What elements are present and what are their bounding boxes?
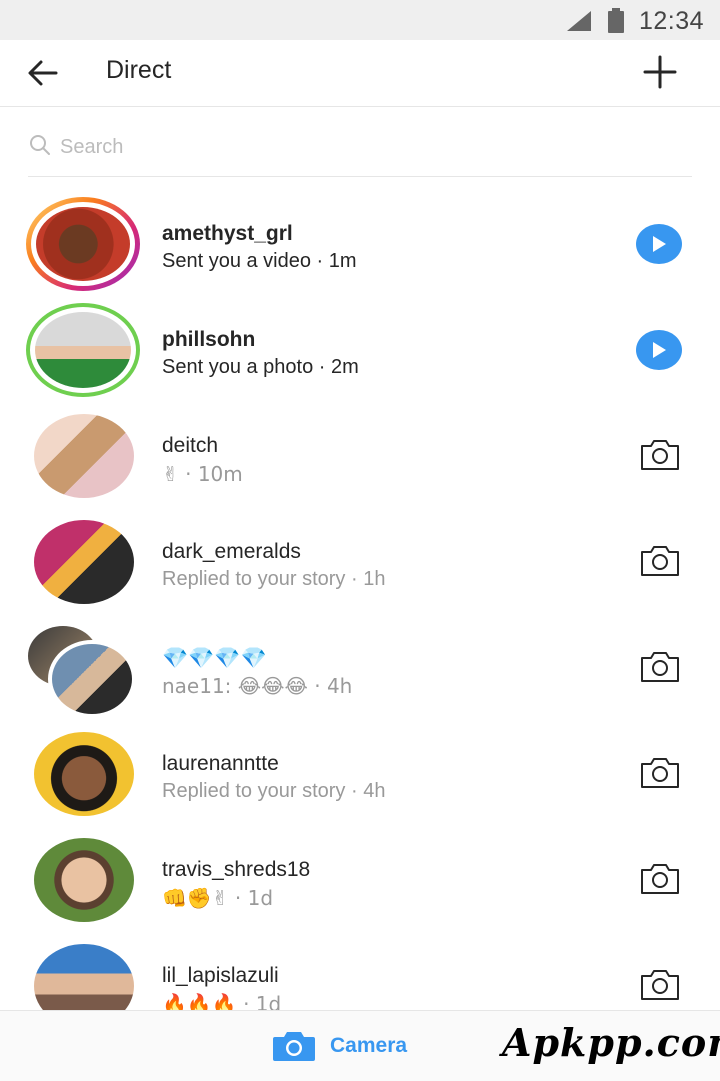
thread-preview: Replied to your story · 1h: [162, 568, 386, 590]
back-arrow-icon: [28, 60, 58, 86]
search-bar: [28, 120, 692, 177]
plus-icon: [643, 55, 677, 89]
thread-name: deitch: [162, 434, 219, 457]
thread-preview: ✌ · 10m: [162, 462, 243, 486]
camera-icon[interactable]: [638, 755, 682, 791]
thread-preview: nae11: 😂😂😂 · 4h: [162, 674, 353, 698]
thread-preview: Sent you a video · 1m: [162, 250, 357, 272]
avatar: [36, 207, 130, 281]
new-message-button[interactable]: [642, 54, 678, 90]
thread-row[interactable]: travis_shreds18 👊✊✌ · 1d: [0, 828, 720, 934]
thread-name: laurenanntte: [162, 752, 279, 775]
play-button[interactable]: [636, 224, 682, 264]
thread-name: travis_shreds18: [162, 858, 311, 881]
avatar: [48, 640, 136, 718]
play-icon: [653, 236, 666, 252]
thread-name: 💎💎💎💎: [162, 646, 267, 670]
avatar: [34, 838, 134, 922]
page-title: Direct: [106, 56, 172, 84]
thread-row[interactable]: 💎💎💎💎 nae11: 😂😂😂 · 4h: [0, 616, 720, 722]
search-input[interactable]: [58, 128, 662, 166]
story-ring: [26, 197, 140, 291]
avatar: [34, 414, 134, 498]
thread-preview: Replied to your story · 4h: [162, 780, 386, 802]
camera-button[interactable]: Camera: [272, 1029, 407, 1063]
avatar: [34, 732, 134, 816]
status-bar: 12:34: [0, 0, 720, 40]
header-bar: Direct: [0, 40, 720, 107]
avatar: [34, 520, 134, 604]
play-button[interactable]: [636, 330, 682, 370]
play-icon: [653, 342, 666, 358]
thread-row[interactable]: dark_emeralds Replied to your story · 1h: [0, 510, 720, 616]
camera-icon[interactable]: [638, 967, 682, 1003]
avatar: [35, 312, 131, 388]
thread-row[interactable]: phillsohn Sent you a photo · 2m: [0, 298, 720, 404]
camera-icon[interactable]: [638, 649, 682, 685]
status-time: 12:34: [638, 6, 704, 35]
watermark: Apkpp.com: [502, 1020, 720, 1065]
battery-icon: [607, 8, 624, 33]
thread-row[interactable]: laurenanntte Replied to your story · 4h: [0, 722, 720, 828]
camera-filled-icon: [273, 1032, 315, 1061]
thread-name: phillsohn: [162, 328, 256, 351]
camera-icon[interactable]: [638, 543, 682, 579]
search-icon: [30, 135, 50, 155]
thread-row[interactable]: amethyst_grl Sent you a video · 1m: [0, 192, 720, 298]
camera-icon[interactable]: [638, 437, 682, 473]
status-icons: 12:34: [565, 6, 704, 36]
thread-preview: Sent you a photo · 2m: [162, 356, 359, 378]
thread-name: lil_lapislazuli: [162, 964, 279, 987]
story-ring: [26, 303, 140, 397]
back-button[interactable]: [24, 54, 62, 92]
signal-icon: [566, 11, 591, 31]
camera-icon[interactable]: [638, 861, 682, 897]
thread-name: amethyst_grl: [162, 222, 293, 245]
camera-label: Camera: [330, 1034, 408, 1057]
thread-name: dark_emeralds: [162, 540, 301, 563]
thread-row[interactable]: deitch ✌ · 10m: [0, 404, 720, 510]
group-avatar: [28, 626, 136, 718]
thread-preview: 👊✊✌ · 1d: [162, 886, 274, 910]
